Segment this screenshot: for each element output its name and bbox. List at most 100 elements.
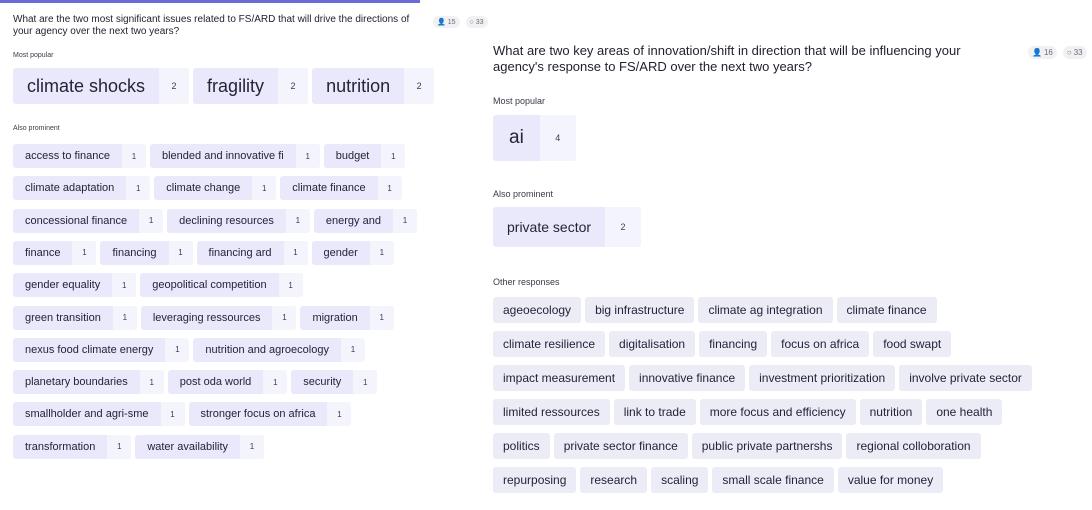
response-chip: more focus and efficiency (699, 399, 856, 425)
response-chip: finance 1 (13, 240, 97, 265)
response-chip: gender 1 (311, 240, 394, 265)
response-text: security (303, 376, 342, 389)
response-count: 1 (126, 176, 151, 201)
response-chip: value for money (837, 467, 944, 493)
response-chip: climate finance (836, 297, 937, 323)
question-title: What are the two most significant issues… (13, 14, 410, 37)
response-count: 1 (272, 305, 297, 330)
response-count: 1 (160, 402, 185, 427)
response-text: transformation (25, 440, 96, 453)
response-text: scaling (661, 473, 699, 487)
response-text: climate finance (292, 182, 366, 195)
chip-row: climate resilience digitalisation financin… (493, 331, 955, 357)
response-text: public private partnershs (701, 439, 833, 453)
response-chip: climate adaptation 1 (13, 176, 151, 201)
response-count: 1 (327, 402, 352, 427)
response-chip: private sector 2 (493, 207, 642, 247)
top-accent-bar (0, 0, 420, 3)
response-count: 1 (263, 370, 288, 395)
chip-row: concessional finance 1 declining resources… (13, 208, 421, 233)
response-chip: planetary boundaries 1 (13, 370, 164, 395)
response-text: innovative finance (639, 371, 736, 385)
response-text: climate finance (846, 303, 927, 317)
response-text: migration (312, 311, 358, 324)
response-text: climate resilience (503, 337, 596, 351)
response-chip: post oda world 1 (167, 370, 288, 395)
response-text: food swapt (883, 337, 942, 351)
response-text: financing ard (208, 246, 272, 259)
response-chip: smallholder and agri-sme 1 (13, 402, 185, 427)
response-text: repurposing (503, 473, 567, 487)
response-text: regional colloboration (856, 439, 971, 453)
response-text: big infrastructure (595, 303, 685, 317)
response-chip: involve private sector (899, 365, 1032, 391)
response-chip: private sector finance (553, 433, 688, 459)
also-prominent-label: Also prominent (13, 125, 60, 132)
response-chip: leveraging ressources 1 (140, 305, 297, 330)
response-chip: security 1 (291, 370, 378, 395)
chip-row: smallholder and agri-sme 1 stronger focus … (13, 402, 355, 427)
response-chip: climate shocks 2 (13, 68, 190, 104)
response-text: focus on africa (781, 337, 860, 351)
response-text: gender equality (25, 279, 101, 292)
response-text: financing (709, 337, 758, 351)
question-title: What are two key areas of innovation/shi… (493, 43, 961, 74)
response-chip: innovative finance (629, 365, 746, 391)
chip-row: green transition 1 leveraging ressources 1 m… (13, 305, 398, 330)
response-count: 1 (240, 434, 265, 459)
response-count: 2 (605, 207, 642, 247)
responses-count: ○ 33 (465, 16, 488, 28)
response-text: private sector (507, 219, 592, 235)
response-count: 1 (107, 434, 132, 459)
also-prominent-label: Also prominent (493, 189, 554, 199)
response-chip: small scale finance (712, 467, 834, 493)
chip-row: access to finance 1 blended and innovative… (13, 144, 409, 168)
response-chip: concessional finance 1 (13, 208, 164, 233)
response-text: investment prioritization (759, 371, 886, 385)
response-chip: geopolitical competition 1 (140, 273, 303, 298)
chip-row: finance 1 financing 1 financing ard 1 gender 1 (13, 240, 398, 265)
chip-row: politics private sector finance public pri… (493, 433, 985, 459)
response-chip: nutrition 2 (312, 68, 435, 104)
response-chip: investment prioritization (749, 365, 896, 391)
response-text: energy and (325, 214, 381, 227)
most-popular-label: Most popular (13, 52, 54, 59)
chip-row: impact measurement innovative finance inve… (493, 365, 1036, 391)
response-chip: nutrition and agroecology 1 (193, 337, 365, 362)
response-count: 1 (340, 337, 365, 362)
chip-row: nexus food climate energy 1 nutrition and … (13, 337, 369, 362)
response-chip: financing ard 1 (196, 240, 308, 265)
most-popular-chips: climate shocks 2 fragility 2 nutrition 2 (13, 68, 438, 104)
most-popular-label: Most popular (493, 96, 546, 106)
response-text: gender (323, 246, 358, 259)
response-text: nutrition (326, 75, 391, 96)
response-chip: politics (493, 433, 550, 459)
response-text: planetary boundaries (25, 376, 128, 389)
response-text: leveraging ressources (152, 311, 261, 324)
response-count: 1 (72, 240, 97, 265)
chip-row: ageoecology big infrastructure climate ag … (493, 297, 941, 323)
response-text: smallholder and agri-sme (25, 408, 149, 421)
response-chip: limited ressources (493, 399, 610, 425)
left-question-panel: What are the two most significant issues… (0, 0, 488, 510)
response-count: 1 (295, 144, 320, 168)
person-icon: 👤 (1032, 48, 1042, 57)
response-text: involve private sector (909, 371, 1022, 385)
response-chip: water availability 1 (135, 434, 265, 459)
right-question-panel: What are two key areas of innovation/shi… (493, 0, 1092, 510)
response-text: green transition (25, 311, 101, 324)
response-text: access to finance (25, 150, 110, 162)
response-chip: migration 1 (300, 305, 394, 330)
participants-count: 👤 15 (433, 16, 460, 28)
participants-count: 👤 16 (1028, 46, 1057, 59)
response-chip: ai 4 (493, 115, 576, 161)
response-count: 1 (377, 176, 402, 201)
response-chip: link to trade (613, 399, 696, 425)
response-count: 1 (285, 208, 310, 233)
response-text: stronger focus on africa (200, 408, 316, 421)
chip-row: climate adaptation 1 climate change 1 climat… (13, 176, 406, 201)
response-text: finance (25, 246, 61, 259)
response-text: blended and innovative fi (162, 150, 284, 162)
response-count: 2 (404, 68, 435, 104)
question-meta: 👤 15 ○ 33 (433, 16, 488, 28)
